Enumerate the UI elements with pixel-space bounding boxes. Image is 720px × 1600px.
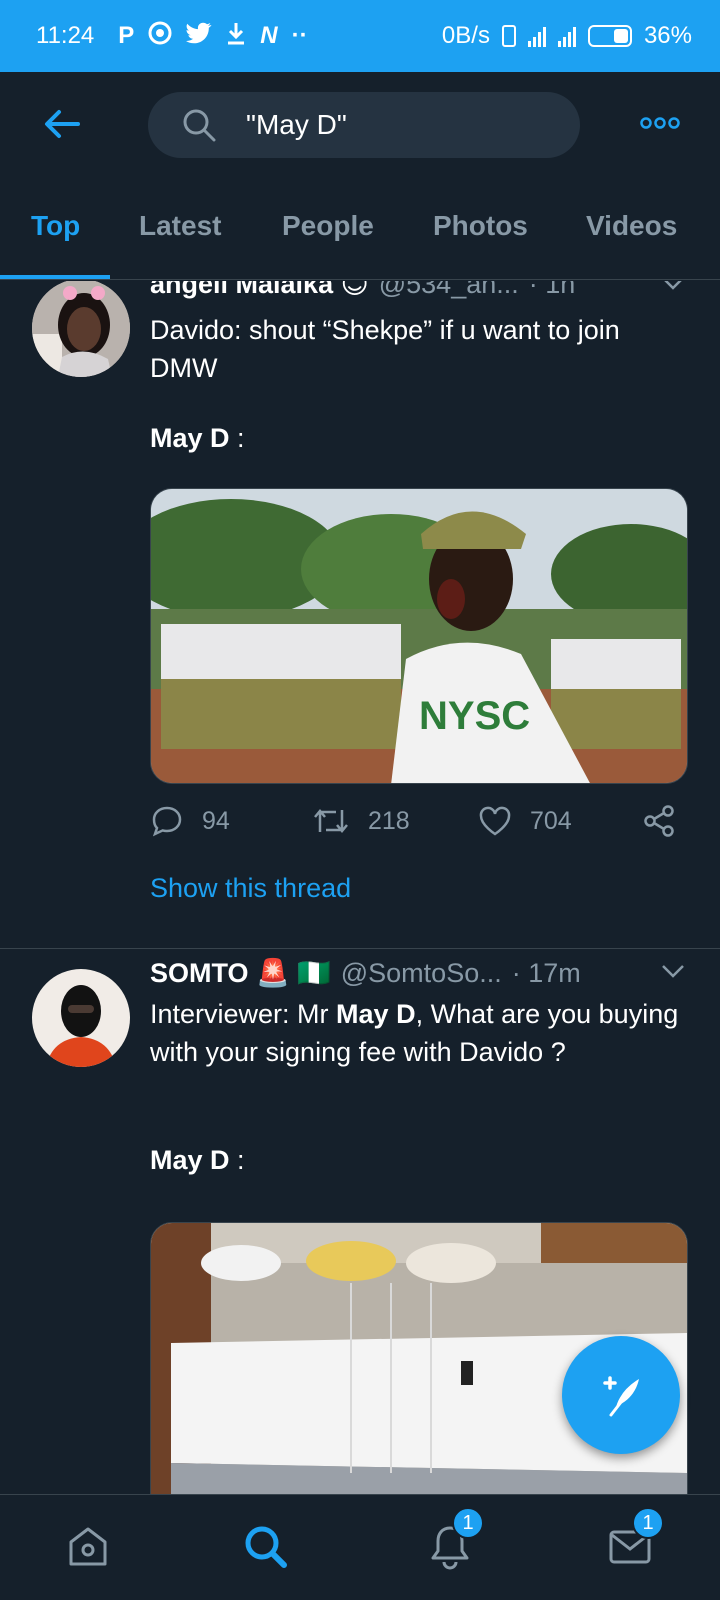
tweet-text: Davido: shout “Shekpe” if u want to join… bbox=[150, 311, 690, 387]
search-tabs: Top Latest People Photos Videos bbox=[0, 176, 720, 280]
arrow-left-icon bbox=[45, 110, 80, 138]
n-app-icon: N bbox=[260, 22, 278, 49]
status-time: 11:24 bbox=[36, 22, 95, 49]
handle: @SomtoSo... bbox=[340, 957, 502, 988]
chevron-down-icon[interactable] bbox=[660, 281, 686, 296]
signal-icon bbox=[527, 25, 546, 47]
display-name[interactable]: SOMTO 🚨 🇳🇬 bbox=[150, 957, 331, 989]
battery-percent: 36% bbox=[643, 22, 692, 49]
search-header: "May D" bbox=[0, 72, 720, 176]
search-input[interactable]: "May D" bbox=[148, 92, 580, 158]
show-thread-link[interactable]: Show this thread bbox=[150, 873, 351, 904]
bold-label: May D bbox=[150, 1145, 230, 1175]
nav-messages[interactable]: 1 bbox=[600, 1507, 664, 1577]
tweet-text: Interviewer: Mr May D, What are you buyi… bbox=[150, 999, 679, 1067]
timestamp: · 1h bbox=[528, 281, 576, 299]
chevron-down-icon[interactable] bbox=[660, 963, 686, 984]
display-name[interactable]: angeli Malaika 😊 bbox=[150, 281, 369, 300]
tweet-header: angeli Malaika 😊 @534_an... · 1h bbox=[150, 281, 575, 300]
nav-notifications[interactable]: 1 bbox=[420, 1507, 484, 1577]
search-icon bbox=[245, 1526, 287, 1568]
compose-feather-icon bbox=[603, 1376, 639, 1417]
reply-count: 94 bbox=[202, 806, 230, 835]
battery-icon bbox=[587, 25, 632, 47]
tab-videos[interactable]: Videos bbox=[586, 210, 677, 242]
tweet-image[interactable]: NYSC bbox=[150, 488, 688, 784]
twitter-icon bbox=[186, 22, 212, 51]
p-app-icon: P bbox=[118, 22, 135, 49]
home-icon bbox=[69, 1527, 107, 1566]
avatar[interactable] bbox=[32, 969, 130, 1067]
phone-icon bbox=[501, 25, 516, 47]
net-speed: 0B/s bbox=[441, 22, 490, 49]
download-icon bbox=[226, 21, 246, 52]
chrome-icon bbox=[148, 21, 172, 52]
timestamp: · 17m bbox=[511, 957, 581, 988]
bottom-navigation: 1 1 bbox=[0, 1494, 720, 1600]
notifications-badge: 1 bbox=[452, 1507, 484, 1539]
more-icon bbox=[640, 117, 680, 129]
tab-people[interactable]: People bbox=[282, 210, 374, 242]
back-button[interactable] bbox=[38, 100, 86, 148]
tweet-text-label: May D : bbox=[150, 423, 245, 453]
retweet-button[interactable]: 218 bbox=[312, 806, 410, 836]
active-tab-indicator bbox=[0, 275, 110, 279]
tab-top[interactable]: Top bbox=[31, 210, 80, 242]
svg-text:NYSC: NYSC bbox=[419, 694, 530, 738]
avatar[interactable] bbox=[32, 281, 130, 377]
tweet-actions: 94 218 704 bbox=[150, 801, 690, 841]
reply-icon bbox=[152, 806, 182, 837]
share-icon bbox=[644, 805, 674, 837]
tweet[interactable]: angeli Malaika 😊 @534_an... · 1h Davido:… bbox=[0, 281, 720, 941]
like-count: 704 bbox=[530, 806, 572, 835]
more-options-button[interactable] bbox=[636, 108, 684, 138]
messages-badge: 1 bbox=[632, 1507, 664, 1539]
nav-search[interactable] bbox=[236, 1517, 296, 1577]
heart-icon bbox=[479, 806, 511, 836]
tweet-text-line: Davido: shout “Shekpe” if u want to join… bbox=[150, 315, 620, 383]
status-bar: 11:24 P N ·· 0B/s 36% bbox=[0, 0, 720, 72]
search-icon bbox=[183, 109, 216, 142]
reply-button[interactable]: 94 bbox=[150, 804, 230, 838]
retweet-icon bbox=[314, 809, 348, 833]
retweet-count: 218 bbox=[368, 806, 410, 835]
tab-latest[interactable]: Latest bbox=[139, 210, 221, 242]
search-query: "May D" bbox=[246, 109, 347, 140]
bold-label: May D bbox=[150, 423, 230, 453]
share-button[interactable] bbox=[642, 805, 676, 837]
signal-4g-icon bbox=[557, 25, 576, 47]
handle: @534_an... bbox=[378, 281, 519, 299]
tweet-text-label: May D : bbox=[150, 1145, 245, 1175]
nav-home[interactable] bbox=[58, 1517, 118, 1577]
like-button[interactable]: 704 bbox=[478, 806, 572, 836]
tab-photos[interactable]: Photos bbox=[433, 210, 528, 242]
compose-tweet-button[interactable] bbox=[562, 1336, 680, 1454]
bold-mention: May D bbox=[336, 999, 416, 1029]
more-notifications-icon: ·· bbox=[291, 22, 308, 49]
tweet-header: SOMTO 🚨 🇳🇬 @SomtoSo... · 17m bbox=[150, 957, 581, 989]
